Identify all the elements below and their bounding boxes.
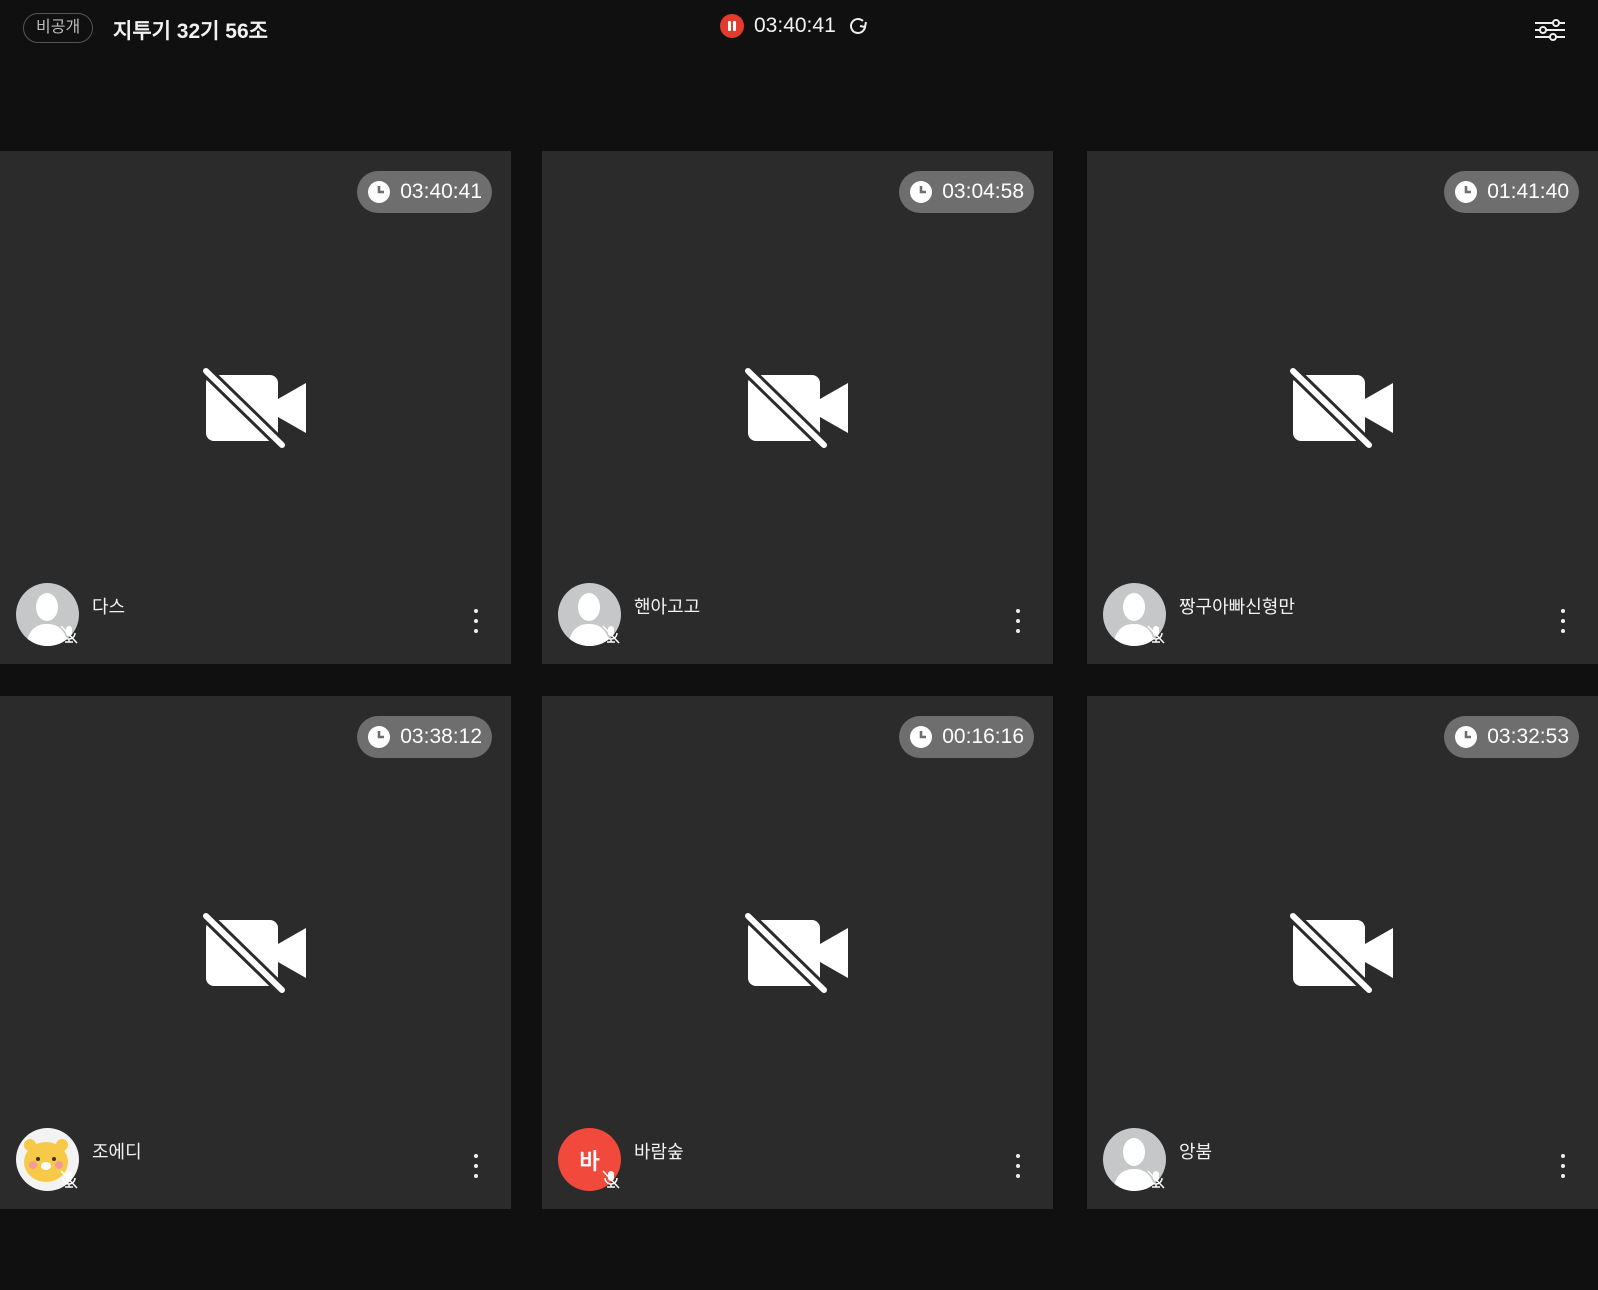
session-time: 01:41:40 (1487, 180, 1569, 203)
dot-icon (1561, 1164, 1565, 1168)
recording-time: 03:40:41 (754, 14, 836, 37)
dot-icon (1016, 609, 1020, 613)
clock-icon (368, 181, 391, 203)
clock-icon (910, 726, 933, 748)
camera-off-icon (201, 911, 306, 994)
dot-icon (1016, 1174, 1020, 1178)
dot-icon (474, 1154, 478, 1158)
dot-icon (474, 1174, 478, 1178)
participant-name: 바람숲 (634, 1142, 684, 1162)
clock-icon (368, 726, 391, 748)
dot-icon (1561, 619, 1565, 623)
pause-recording-button[interactable] (720, 14, 744, 38)
session-timer-badge: 01:41:40 (1444, 171, 1579, 213)
clock-icon (910, 181, 933, 203)
dot-icon (1016, 1154, 1020, 1158)
session-time: 00:16:16 (942, 725, 1024, 748)
more-options-button[interactable] (1013, 609, 1023, 633)
participant-tile[interactable]: 03:04:58 핸아고고 (542, 151, 1053, 664)
participant-name: 조에디 (92, 1142, 142, 1162)
participant-tile[interactable]: 01:41:40 짱구아빠신형만 (1087, 151, 1598, 664)
dot-icon (474, 629, 478, 633)
participant-name: 앙붐 (1179, 1142, 1213, 1162)
session-timer-badge: 03:32:53 (1444, 716, 1579, 758)
mic-muted-icon (602, 625, 620, 644)
camera-off-icon (1288, 366, 1393, 449)
mic-muted-icon (60, 1170, 78, 1189)
session-timer-badge: 03:40:41 (357, 171, 492, 213)
mic-muted-icon (602, 1170, 620, 1189)
participant-tile[interactable]: 03:38:12 조에디 (0, 696, 511, 1209)
session-time: 03:38:12 (400, 725, 482, 748)
dot-icon (1016, 629, 1020, 633)
dot-icon (474, 1164, 478, 1168)
session-time: 03:40:41 (400, 180, 482, 203)
participant-name: 핸아고고 (634, 597, 701, 617)
dot-icon (1561, 1154, 1565, 1158)
more-options-button[interactable] (1558, 609, 1568, 633)
mic-muted-icon (1147, 625, 1165, 644)
camera-off-icon (201, 366, 306, 449)
session-timer-badge: 03:04:58 (899, 171, 1034, 213)
recording-status: 03:40:41 (720, 14, 870, 38)
more-options-button[interactable] (1558, 1154, 1568, 1178)
clock-icon (1455, 181, 1478, 203)
dot-icon (1016, 1164, 1020, 1168)
dot-icon (474, 609, 478, 613)
avatar-initial: 바 (579, 1148, 600, 1174)
dot-icon (1561, 1174, 1565, 1178)
more-options-button[interactable] (1013, 1154, 1023, 1178)
session-time: 03:04:58 (942, 180, 1024, 203)
more-options-button[interactable] (471, 1154, 481, 1178)
dot-icon (1561, 629, 1565, 633)
refresh-icon[interactable] (846, 14, 870, 38)
privacy-badge: 비공개 (23, 13, 94, 43)
participant-name: 다스 (92, 597, 126, 617)
participant-tile[interactable]: 00:16:16 바 바람숲 (542, 696, 1053, 1209)
clock-icon (1455, 726, 1478, 748)
room-title: 지투기 32기 56조 (113, 20, 268, 43)
session-timer-badge: 00:16:16 (899, 716, 1034, 758)
camera-off-icon (743, 366, 848, 449)
dot-icon (1561, 609, 1565, 613)
session-timer-badge: 03:38:12 (357, 716, 492, 758)
dot-icon (474, 619, 478, 623)
top-bar: 비공개 지투기 32기 56조 03:40:41 (0, 0, 1598, 60)
participant-tile[interactable]: 03:32:53 앙붐 (1087, 696, 1598, 1209)
mic-muted-icon (60, 625, 78, 644)
participant-tile[interactable]: 03:40:41 다스 (0, 151, 511, 664)
more-options-button[interactable] (471, 609, 481, 633)
camera-off-icon (743, 911, 848, 994)
camera-off-icon (1288, 911, 1393, 994)
participant-name: 짱구아빠신형만 (1179, 597, 1295, 617)
session-time: 03:32:53 (1487, 725, 1569, 748)
mic-muted-icon (1147, 1170, 1165, 1189)
settings-sliders-icon[interactable] (1534, 16, 1566, 44)
dot-icon (1016, 619, 1020, 623)
